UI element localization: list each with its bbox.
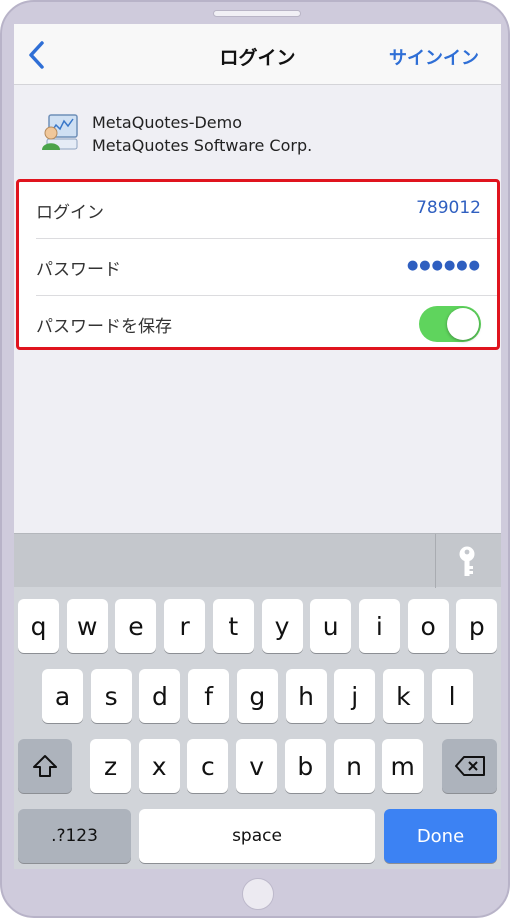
- server-info: MetaQuotes-Demo MetaQuotes Software Corp…: [14, 85, 501, 175]
- key-m[interactable]: m: [382, 739, 424, 793]
- server-name: MetaQuotes-Demo: [92, 113, 243, 132]
- key-t[interactable]: t: [212, 599, 254, 653]
- key-a[interactable]: a: [42, 669, 83, 723]
- navigation-bar: ログイン サインイン: [14, 24, 501, 85]
- device-frame: ログイン サインイン MetaQuotes-Demo MetaQuotes So…: [0, 0, 510, 918]
- key-c[interactable]: c: [187, 739, 229, 793]
- backspace-icon: [454, 756, 485, 776]
- key-u[interactable]: u: [310, 599, 352, 653]
- speaker-grille: [213, 10, 301, 17]
- key-k[interactable]: k: [382, 669, 424, 723]
- login-label: ログイン: [36, 203, 104, 223]
- password-label: パスワード: [36, 260, 121, 280]
- screen: ログイン サインイン MetaQuotes-Demo MetaQuotes So…: [14, 24, 501, 869]
- key-e[interactable]: e: [115, 599, 157, 653]
- server-company: MetaQuotes Software Corp.: [92, 136, 313, 155]
- accessory-separator: [435, 534, 436, 588]
- key-g[interactable]: g: [236, 669, 278, 723]
- key-o[interactable]: o: [407, 599, 449, 653]
- shift-icon: [33, 755, 57, 777]
- key-i[interactable]: i: [358, 599, 400, 653]
- key-d[interactable]: d: [139, 669, 181, 723]
- home-button[interactable]: [242, 878, 274, 910]
- save-password-label: パスワードを保存: [36, 317, 172, 337]
- key-icon[interactable]: [457, 546, 477, 578]
- keyboard: qwertyuiop asdfghjkl zxcvbnm .?123 space…: [14, 533, 501, 869]
- password-row[interactable]: パスワード ●●●●●●: [19, 239, 497, 295]
- space-key[interactable]: space: [139, 809, 375, 863]
- login-row[interactable]: ログイン 789012: [19, 182, 497, 238]
- login-form: ログイン 789012 パスワード ●●●●●● パスワードを保存: [16, 179, 500, 350]
- password-field[interactable]: ●●●●●●: [407, 258, 481, 273]
- shift-key[interactable]: [18, 739, 72, 793]
- key-n[interactable]: n: [333, 739, 375, 793]
- server-icon: [42, 114, 78, 150]
- key-x[interactable]: x: [138, 739, 180, 793]
- key-s[interactable]: s: [90, 669, 132, 723]
- key-b[interactable]: b: [284, 739, 326, 793]
- save-password-toggle[interactable]: [419, 306, 481, 342]
- toggle-knob: [447, 308, 479, 340]
- done-key[interactable]: Done: [384, 809, 497, 863]
- key-p[interactable]: p: [456, 599, 498, 653]
- sign-in-button[interactable]: サインイン: [389, 44, 479, 70]
- key-f[interactable]: f: [188, 669, 230, 723]
- backspace-key[interactable]: [442, 739, 497, 793]
- key-z[interactable]: z: [90, 739, 131, 793]
- save-password-row: パスワードを保存: [19, 296, 497, 352]
- login-field[interactable]: 789012: [416, 198, 481, 218]
- key-j[interactable]: j: [334, 669, 376, 723]
- key-v[interactable]: v: [236, 739, 278, 793]
- key-y[interactable]: y: [261, 599, 303, 653]
- key-w[interactable]: w: [66, 599, 108, 653]
- key-r[interactable]: r: [164, 599, 206, 653]
- key-h[interactable]: h: [285, 669, 327, 723]
- numbers-key[interactable]: .?123: [18, 809, 131, 863]
- key-q[interactable]: q: [18, 599, 59, 653]
- key-l[interactable]: l: [431, 669, 473, 723]
- keyboard-accessory-bar: [14, 533, 501, 588]
